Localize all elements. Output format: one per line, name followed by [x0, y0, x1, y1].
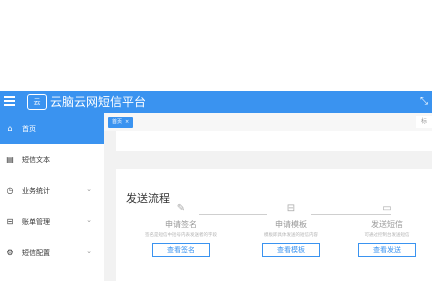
chevron-down-icon: ⌄: [86, 216, 92, 224]
sidebar-item-label: 首页: [22, 124, 36, 133]
fullscreen-icon[interactable]: ⤡: [420, 96, 428, 107]
save-icon: ⊟: [286, 203, 296, 214]
step-apply-template: ⊟ 申请模板 模板即具体发送的短信内容 查看模板: [246, 203, 336, 257]
sidebar-item-label: 账单管理: [22, 217, 50, 226]
close-icon[interactable]: ×: [125, 117, 129, 128]
menu-icon[interactable]: [4, 96, 15, 108]
gear-icon: ⚙: [6, 248, 14, 257]
step-name: 发送短信: [371, 220, 403, 229]
sidebar: ⌂ 首页 ▤ 短信文本 ◷ 业务统计 ⌄ ⊟ 账单管理 ⌄ ⚙ 短信配置 ⌄: [0, 113, 105, 281]
step-name: 申请签名: [165, 220, 197, 229]
top-card: [116, 131, 432, 151]
app-title: 云脑云网短信平台: [50, 95, 147, 109]
tab-home[interactable]: 首页 ×: [108, 117, 134, 128]
view-template-button[interactable]: 查看模板: [262, 243, 320, 257]
top-bar: 云 云脑云网短信平台 ⤡: [0, 91, 432, 113]
process-card: 发送流程 ✎ 申请签名 签名是短信中括号内表发送者的字段 查看签名 ⊟ 申请模板…: [116, 169, 432, 281]
sidebar-item-business-stats[interactable]: ◷ 业务统计 ⌄: [0, 175, 104, 206]
chevron-down-icon: ⌄: [86, 247, 92, 255]
step-description: 签名是短信中括号内表发送者的字段: [145, 233, 217, 238]
home-icon: ⌂: [7, 124, 13, 133]
sidebar-item-label: 短信配置: [22, 248, 50, 257]
sidebar-item-sms-text[interactable]: ▤ 短信文本: [0, 144, 104, 175]
sidebar-item-billing[interactable]: ⊟ 账单管理 ⌄: [0, 206, 104, 237]
step-description: 模板即具体发送的短信内容: [264, 233, 318, 238]
edit-icon: ✎: [176, 203, 186, 214]
clock-icon: ◷: [6, 186, 14, 195]
document-icon: ▤: [6, 155, 14, 164]
sidebar-item-label: 短信文本: [22, 155, 50, 164]
sidebar-item-label: 业务统计: [22, 186, 50, 195]
view-signature-button[interactable]: 查看签名: [152, 243, 210, 257]
logo-icon: 云: [27, 94, 47, 110]
view-send-button[interactable]: 查看发送: [358, 243, 416, 257]
sidebar-item-sms-config[interactable]: ⚙ 短信配置 ⌄: [0, 237, 104, 268]
step-send-sms: ▭ 发送短信 可通过控制台发送短信 查看发送: [342, 203, 432, 257]
tab-more-button[interactable]: 标: [416, 116, 432, 128]
step-name: 申请模板: [275, 220, 307, 229]
tab-label: 首页: [112, 119, 123, 125]
tabs-bar: 首页 × 标: [104, 113, 432, 132]
main-content: 发送流程 ✎ 申请签名 签名是短信中括号内表发送者的字段 查看签名 ⊟ 申请模板…: [104, 131, 432, 281]
chevron-down-icon: ⌄: [86, 185, 92, 193]
sidebar-item-home[interactable]: ⌂ 首页: [0, 113, 104, 144]
chat-icon: ▭: [382, 203, 392, 214]
database-icon: ⊟: [6, 217, 14, 226]
step-apply-signature: ✎ 申请签名 签名是短信中括号内表发送者的字段 查看签名: [136, 203, 226, 257]
step-description: 可通过控制台发送短信: [364, 233, 410, 238]
